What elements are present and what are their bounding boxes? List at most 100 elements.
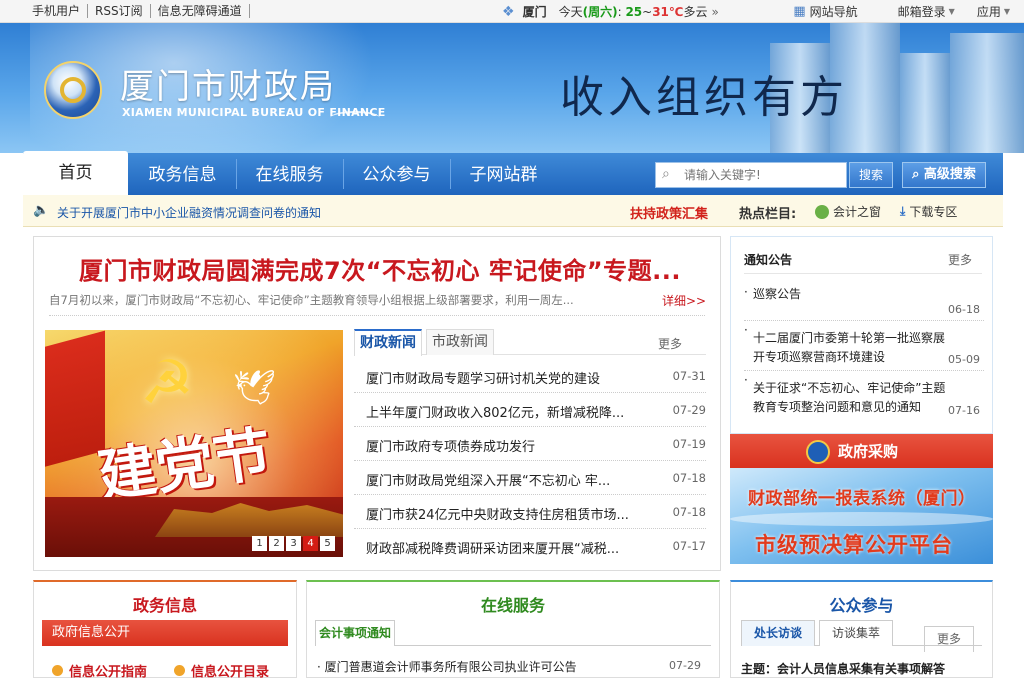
mobile-user-link[interactable]: 手机用户	[32, 4, 89, 18]
announcements-panel: 通知公告 更多 巡察公告 06-18 十二届厦门市委第十轮第一批巡察展开专项巡察…	[730, 236, 993, 434]
news-row[interactable]: 厦门市获24亿元中央财政支持住房租赁市场... 07-18	[354, 495, 706, 529]
featured-headline[interactable]: 厦门市财政局圆满完成7次“不忘初心 牢记使命”专题...	[79, 251, 681, 286]
report-system-link[interactable]: 财政部统一报表系统（厦门）	[748, 484, 976, 509]
news-title[interactable]: 上半年厦门财政收入802亿元，新增减税降...	[366, 402, 654, 421]
weather-range-sep: ~	[642, 4, 653, 19]
search-input[interactable]	[684, 166, 842, 184]
news-row[interactable]: 厦门市财政局党组深入开展“不忘初心 牢... 07-18	[354, 461, 706, 495]
procurement-logo-icon	[806, 439, 830, 464]
procurement-label: 政府采购	[838, 442, 899, 461]
advanced-search-button[interactable]: ⌕ 高级搜索	[902, 162, 986, 188]
search-button[interactable]: 搜索	[849, 162, 893, 188]
nav-sub-sites[interactable]: 子网站群	[451, 153, 556, 195]
announcement-title[interactable]: 关于征求“不忘初心、牢记使命”主题教育专项整治问题和意见的通知	[744, 379, 949, 417]
news-title[interactable]: 财政部减税降费调研采访团来厦开展“减税...	[366, 538, 654, 557]
service-item-link[interactable]: 厦门普惠道会计师事务所有限公司执业许可公告	[317, 658, 577, 675]
news-list: 厦门市财政局专题学习研讨机关党的建设 07-31 上半年厦门财政收入802亿元，新…	[354, 359, 706, 563]
support-policy-link[interactable]: 扶持政策汇集	[630, 203, 708, 222]
slide-dot[interactable]: 1	[252, 536, 267, 551]
report-system-banner[interactable]: 财政部统一报表系统（厦门） 市级预决算公开平台	[730, 468, 993, 564]
news-tabs: 财政新闻 市政新闻 更多	[354, 329, 706, 356]
nav-online-service[interactable]: 在线服务	[237, 153, 342, 195]
announcement-item[interactable]: 关于征求“不忘初心、牢记使命”主题教育专项整治问题和意见的通知 07-16	[744, 371, 984, 421]
news-date: 07-19	[672, 437, 706, 451]
mail-login-dropdown[interactable]: 邮箱登录 ▼	[898, 3, 955, 20]
news-row[interactable]: 财政部减税降费调研采访团来厦开展“减税... 07-17	[354, 529, 706, 563]
service-item-date: 07-29	[669, 659, 701, 672]
gov-disclosure-header[interactable]: 政府信息公开	[42, 620, 288, 646]
tab-finance-news[interactable]: 财政新闻	[354, 329, 422, 356]
announcement-date: 06-18	[948, 303, 980, 316]
weather-today: 今天	[558, 5, 583, 19]
accessibility-link[interactable]: 信息无障碍通道	[151, 4, 250, 18]
detail-link[interactable]: 详细>>	[662, 292, 706, 309]
budget-platform-link[interactable]: 市级预决算公开平台	[755, 529, 953, 559]
building-graphic	[950, 33, 1024, 153]
slide-dot-active[interactable]: 4	[303, 536, 318, 551]
interview-more-link[interactable]: 更多	[923, 626, 974, 652]
public-participation-title[interactable]: 公众参与	[731, 592, 992, 616]
chevron-down-icon: ▼	[948, 7, 955, 16]
news-date: 07-18	[672, 505, 706, 519]
disclosure-catalog-link[interactable]: 信息公开目录	[174, 661, 269, 678]
slideshow-image[interactable]: ☭ 🕊 建党节 1 2 3 4 5	[45, 330, 343, 557]
announcement-title[interactable]: 十二届厦门市委第十轮第一批巡察展开专项巡察营商环境建设	[744, 329, 949, 367]
download-area-link[interactable]: ⤓ 下载专区	[900, 203, 957, 220]
announcement-title[interactable]: 巡察公告	[744, 285, 949, 304]
bureau-logo-icon[interactable]	[44, 61, 102, 119]
swoosh-decoration	[330, 111, 380, 125]
government-procurement-banner[interactable]: 政府采购	[730, 434, 993, 468]
weather-widget: ❖ 厦门 今天 (周六) : 25 ~ 31℃ 多云 »	[502, 3, 719, 20]
announcement-item[interactable]: 巡察公告 06-18	[744, 283, 984, 321]
announcement-item[interactable]: 十二届厦门市委第十轮第一批巡察展开专项巡察营商环境建设 05-09	[744, 321, 984, 371]
globe-icon	[815, 204, 829, 219]
top-utility-bar: 手机用户 RSS订阅 信息无障碍通道 ❖ 厦门 今天 (周六) : 25 ~ 3…	[0, 0, 1024, 23]
gov-info-title[interactable]: 政务信息	[34, 592, 296, 616]
search-icon: ⌕	[662, 166, 670, 182]
slide-dot[interactable]: 2	[269, 536, 284, 551]
accounting-window-link[interactable]: 会计之窗	[815, 203, 881, 220]
news-title[interactable]: 厦门市财政局专题学习研讨机关党的建设	[366, 368, 654, 387]
weather-high: 31℃	[652, 4, 684, 19]
mail-login-label: 邮箱登录	[897, 5, 946, 19]
online-service-title[interactable]: 在线服务	[307, 592, 719, 616]
weather-city: 厦门	[522, 5, 547, 19]
slide-dot[interactable]: 5	[320, 536, 335, 551]
news-title[interactable]: 厦门市财政局党组深入开展“不忘初心 牢...	[366, 470, 654, 489]
building-graphic	[900, 53, 950, 153]
interview-topic[interactable]: 主题：会计人员信息采集有关事项解答	[741, 660, 945, 677]
gov-info-column: 政务信息 政府信息公开 信息公开指南 信息公开目录	[33, 580, 297, 678]
banner-slogan: 收入组织有方	[560, 72, 848, 123]
weather-weekday: (周六)	[582, 5, 618, 19]
nav-home[interactable]: 首页	[23, 151, 128, 195]
rss-link[interactable]: RSS订阅	[88, 4, 151, 18]
news-row[interactable]: 上半年厦门财政收入802亿元，新增减税降... 07-29	[354, 393, 706, 427]
tab-director-interview[interactable]: 处长访谈	[741, 620, 816, 646]
slideshow-pager: 1 2 3 4 5	[250, 536, 335, 551]
party-emblem-icon: ☭	[140, 348, 194, 418]
site-nav-link[interactable]: ▦ 网站导航	[793, 3, 857, 20]
site-title: 厦门市财政局	[120, 67, 336, 107]
nav-public-participation[interactable]: 公众参与	[344, 153, 449, 195]
disclosure-guide-link[interactable]: 信息公开指南	[52, 661, 147, 678]
nav-gov-info[interactable]: 政务信息	[130, 153, 235, 195]
news-row[interactable]: 厦门市政府专项债券成功发行 07-19	[354, 427, 706, 461]
news-row[interactable]: 厦门市财政局专题学习研讨机关党的建设 07-31	[354, 359, 706, 393]
news-date: 07-31	[672, 369, 706, 383]
news-title[interactable]: 厦门市政府专项债券成功发行	[366, 436, 654, 455]
news-date: 07-18	[672, 471, 706, 485]
weather-icon: ❖	[502, 3, 515, 20]
news-title[interactable]: 厦门市获24亿元中央财政支持住房租赁市场...	[366, 504, 654, 523]
dove-icon: 🕊	[233, 368, 277, 408]
tab-accounting-notice[interactable]: 会计事项通知	[315, 620, 396, 646]
announcements-more-link[interactable]: 更多	[948, 251, 972, 268]
apps-dropdown[interactable]: 应用 ▼	[977, 3, 1010, 20]
search-box: ⌕	[655, 162, 847, 188]
weather-more-arrow[interactable]: »	[711, 5, 718, 19]
slide-dot[interactable]: 3	[286, 536, 301, 551]
download-icon: ⤓	[900, 204, 906, 218]
tab-interview-collection[interactable]: 访谈集萃	[819, 620, 894, 646]
tab-city-news[interactable]: 市政新闻	[426, 329, 494, 355]
scrolling-notice-link[interactable]: 关于开展厦门市中小企业融资情况调查问卷的通知	[57, 204, 321, 221]
news-more-link[interactable]: 更多	[658, 335, 682, 352]
